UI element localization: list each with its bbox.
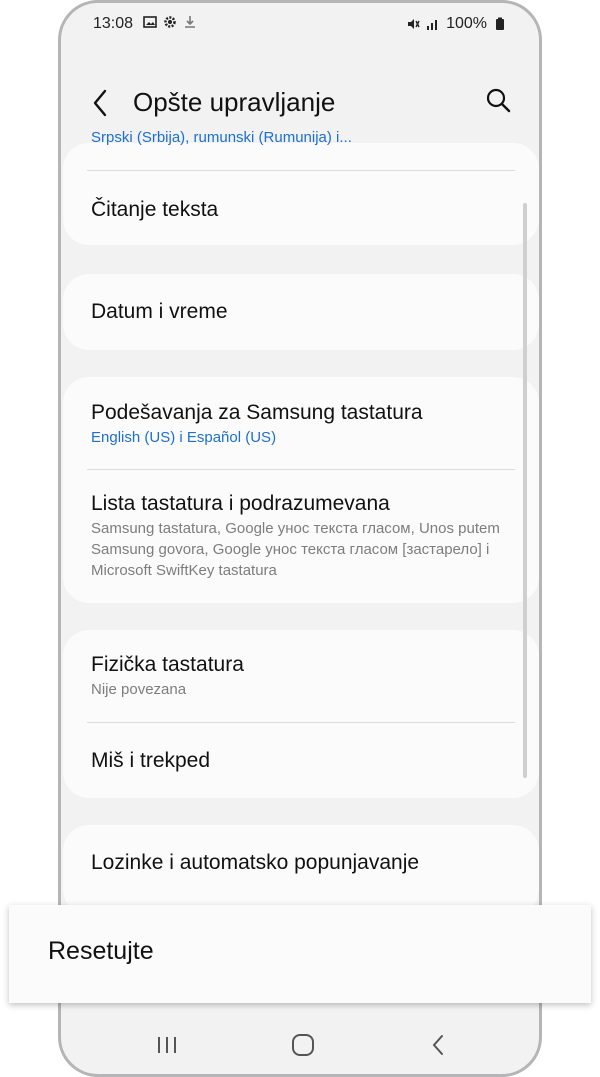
status-left-icons — [143, 15, 197, 29]
battery-percent: 100% — [446, 15, 487, 32]
download-icon — [185, 16, 195, 28]
card-passwords: Lozinke i automatsko popunjavanje — [63, 825, 539, 915]
physical-keyboard-sub: Nije povezana — [91, 681, 187, 699]
back-icon — [432, 1035, 443, 1055]
status-time: 13:08 — [93, 15, 134, 32]
passwords-autofill-item[interactable]: Lozinke i automatsko popunjavanje — [91, 850, 511, 875]
search-icon[interactable] — [485, 87, 513, 115]
keyboard-list-item[interactable]: Lista tastatura i podrazumevana Samsung … — [91, 491, 511, 581]
card-date-time: Datum i vreme — [63, 274, 539, 350]
cut-off-subtitle: Srpski (Srbija), rumunski (Rumunija) i..… — [91, 129, 352, 146]
page-title: Opšte upravljanje — [133, 87, 336, 117]
reset-item-highlight[interactable]: Resetujte — [9, 905, 591, 1003]
back-arrow-icon[interactable] — [87, 85, 113, 121]
battery-icon — [496, 17, 504, 30]
physical-keyboard-item[interactable]: Fizička tastatura Nije povezana — [91, 652, 511, 700]
samsung-keyboard-sub: English (US) i Español (US) — [91, 429, 277, 447]
navigation-bar — [61, 1014, 539, 1074]
nav-back-button[interactable] — [419, 1030, 459, 1060]
samsung-keyboard-item[interactable]: Podešavanja za Samsung tastatura English… — [91, 400, 511, 446]
mouse-trackpad-label: Miš i trekped — [91, 749, 211, 772]
status-right-icons: 100% — [406, 15, 507, 33]
card-keyboards: Podešavanja za Samsung tastatura English… — [63, 377, 539, 603]
signal-icon — [427, 20, 438, 30]
status-bar: 13:08 100% — [61, 3, 539, 47]
passwords-autofill-label: Lozinke i automatsko popunjavanje — [91, 851, 420, 874]
home-button[interactable] — [283, 1030, 323, 1060]
home-icon — [292, 1034, 314, 1056]
recent-apps-icon — [158, 1037, 176, 1053]
samsung-keyboard-label: Podešavanja za Samsung tastatura — [91, 401, 423, 424]
scrollbar[interactable] — [523, 203, 527, 778]
keyboard-list-label: Lista tastatura i podrazumevana — [91, 492, 390, 515]
card-physical-input: Fizička tastatura Nije povezana Miš i tr… — [63, 630, 539, 798]
reset-label: Resetujte — [48, 937, 154, 965]
keyboard-list-sub: Samsung tastatura, Google унос текста гл… — [91, 520, 500, 580]
card-language-speech: Srpski (Srbija), rumunski (Rumunija) i..… — [63, 129, 539, 245]
text-to-speech-item[interactable]: Čitanje teksta — [91, 197, 511, 222]
mute-icon — [408, 19, 420, 29]
gear-icon — [164, 16, 176, 28]
gallery-icon — [143, 16, 157, 28]
date-time-label: Datum i vreme — [91, 300, 228, 323]
text-to-speech-label: Čitanje teksta — [91, 198, 219, 221]
physical-keyboard-label: Fizička tastatura — [91, 653, 244, 676]
divider — [87, 469, 515, 470]
app-header: Opšte upravljanje — [61, 73, 539, 133]
divider — [87, 170, 515, 171]
divider — [87, 722, 515, 723]
mouse-trackpad-item[interactable]: Miš i trekped — [91, 748, 511, 773]
recent-apps-button[interactable] — [147, 1030, 187, 1060]
date-time-item[interactable]: Datum i vreme — [91, 299, 511, 324]
